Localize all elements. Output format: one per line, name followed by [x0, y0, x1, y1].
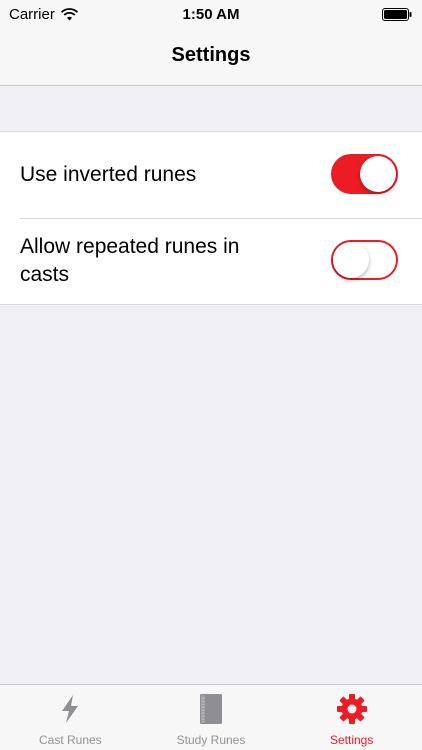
- setting-row-inverted-runes: Use inverted runes: [0, 132, 422, 218]
- page-title: Settings: [171, 44, 251, 66]
- top-bar: Carrier 1:50 AM Settings: [0, 0, 422, 86]
- setting-row-repeated-runes: Allow repeated runes in casts: [0, 218, 422, 304]
- setting-label-inverted-runes: Use inverted runes: [20, 163, 197, 186]
- repeated-runes-toggle[interactable]: [331, 240, 398, 280]
- gear-icon: [336, 694, 367, 724]
- battery-icon: [382, 8, 412, 21]
- tab-study-runes[interactable]: Study Runes: [141, 685, 282, 750]
- toggle-knob: [333, 242, 369, 278]
- tab-cast-runes[interactable]: Cast Runes: [0, 685, 141, 750]
- status-bar: Carrier 1:50 AM: [0, 0, 422, 30]
- toggle-knob: [360, 156, 396, 192]
- tab-label: Study Runes: [176, 733, 246, 747]
- lightning-icon: [62, 695, 79, 723]
- tab-bar: Cast Runes Study Runes Settings: [0, 684, 422, 750]
- tab-label: Settings: [330, 733, 374, 747]
- status-time: 1:50 AM: [182, 6, 240, 23]
- inverted-runes-toggle[interactable]: [331, 154, 398, 194]
- book-icon: [200, 694, 222, 724]
- settings-list: Use inverted runes Allow repeated runes …: [0, 131, 422, 305]
- tab-settings[interactable]: Settings: [281, 685, 422, 750]
- setting-label-repeated-runes: Allow repeated runes in casts: [20, 235, 240, 286]
- tab-label: Cast Runes: [38, 733, 102, 747]
